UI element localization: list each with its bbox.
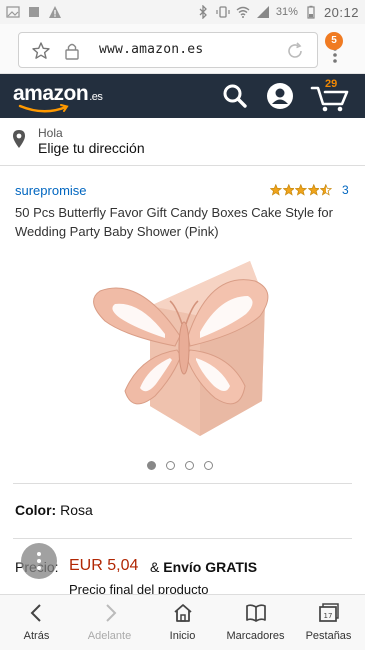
star-icon xyxy=(270,184,282,196)
cart-count: 29 xyxy=(325,78,338,90)
location-prompt[interactable]: Elige tu dirección xyxy=(38,140,145,156)
tabs-icon: 17 xyxy=(318,603,339,622)
image-carousel-dots[interactable] xyxy=(147,461,213,470)
carousel-dot[interactable] xyxy=(147,461,156,470)
nav-label: Atrás xyxy=(23,630,50,642)
star-icon xyxy=(320,184,332,196)
delivery-location-bar[interactable]: Hola Elige tu dirección xyxy=(0,118,365,166)
reload-icon[interactable] xyxy=(285,41,305,61)
nav-bookmarks[interactable]: Marcadores xyxy=(219,595,292,650)
star-rating[interactable] xyxy=(270,184,332,196)
divider xyxy=(13,538,352,539)
home-icon xyxy=(173,604,192,622)
url-text[interactable]: www.amazon.es xyxy=(99,42,203,57)
nav-label: Marcadores xyxy=(226,630,285,642)
divider xyxy=(13,483,352,484)
star-icon xyxy=(307,184,320,196)
square-icon xyxy=(29,7,39,17)
battery-icon xyxy=(307,5,315,19)
svg-text:17: 17 xyxy=(323,612,332,620)
browser-toolbar: www.amazon.es 5 xyxy=(0,24,365,74)
search-icon[interactable] xyxy=(222,83,248,109)
price-value: EUR 5,04 xyxy=(69,557,139,574)
nav-label: Adelante xyxy=(87,630,132,642)
warning-icon xyxy=(49,6,61,18)
nav-forward[interactable]: Adelante xyxy=(73,595,146,650)
review-count[interactable]: 3 xyxy=(342,183,349,197)
bookmark-star-icon[interactable] xyxy=(31,41,51,61)
signal-icon xyxy=(256,6,269,18)
color-row: Color: Rosa xyxy=(15,502,93,518)
lock-icon xyxy=(65,43,79,60)
amazon-smile-icon xyxy=(18,104,69,113)
location-pin-icon xyxy=(13,130,25,148)
vibrate-icon xyxy=(216,6,230,18)
dot xyxy=(37,552,41,556)
nav-tabs[interactable]: 17 Pestañas xyxy=(292,595,365,650)
butterfly-cake-box-image[interactable] xyxy=(80,246,286,446)
more-options-button[interactable] xyxy=(21,543,57,579)
notification-badge[interactable]: 5 xyxy=(325,32,343,50)
browser-bottom-nav: Atrás Adelante Inicio Marcadores 17 Pest… xyxy=(0,594,365,650)
dot xyxy=(37,566,41,570)
nav-label: Pestañas xyxy=(305,630,352,642)
nav-home[interactable]: Inicio xyxy=(146,595,219,650)
product-title: 50 Pcs Butterfly Favor Gift Candy Boxes … xyxy=(15,205,333,239)
gallery-icon xyxy=(6,6,20,18)
dot xyxy=(37,559,41,563)
shipping-prefix: & xyxy=(150,559,160,575)
carousel-dot[interactable] xyxy=(185,461,194,470)
location-greeting: Hola xyxy=(38,126,63,140)
bluetooth-icon xyxy=(199,5,207,19)
amazon-logo[interactable]: amazon.es xyxy=(13,82,103,106)
carousel-dot[interactable] xyxy=(204,461,213,470)
forward-arrow-icon xyxy=(105,604,116,622)
star-icon xyxy=(282,184,295,196)
color-value: Rosa xyxy=(60,502,93,518)
status-bar: 31% 20:12 xyxy=(0,0,365,24)
brand-link[interactable]: surepromise xyxy=(15,183,87,198)
wifi-icon xyxy=(236,6,250,18)
bookmarks-icon xyxy=(245,604,266,622)
back-arrow-icon xyxy=(30,604,41,622)
battery-percent: 31% xyxy=(275,6,298,18)
logo-tld: .es xyxy=(89,91,103,103)
color-label: Color: xyxy=(15,502,57,518)
shipping-info: & Envío GRATIS xyxy=(150,559,257,575)
url-bar[interactable]: www.amazon.es xyxy=(18,32,318,68)
nav-label: Inicio xyxy=(169,630,196,642)
carousel-dot[interactable] xyxy=(166,461,175,470)
star-icon xyxy=(295,184,307,196)
clock: 20:12 xyxy=(323,4,359,20)
nav-back[interactable]: Atrás xyxy=(0,595,73,650)
account-icon[interactable] xyxy=(266,82,294,110)
amazon-header: amazon.es 29 xyxy=(0,74,365,118)
free-shipping-label: Envío GRATIS xyxy=(163,559,258,575)
logo-text: amazon xyxy=(13,82,89,105)
